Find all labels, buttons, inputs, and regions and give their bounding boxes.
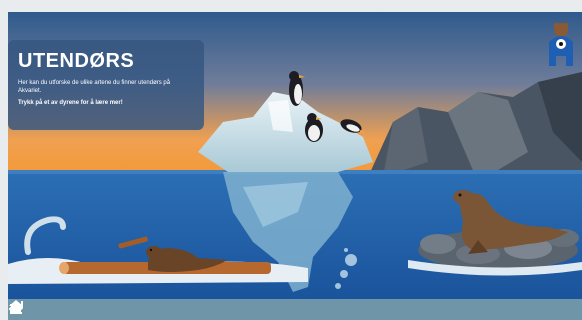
home-button[interactable]	[9, 300, 305, 319]
bottom-toolbar	[8, 299, 582, 320]
puzzle-icon	[10, 301, 22, 314]
info-title: UTENDØRS	[18, 50, 135, 72]
info-description: Her kan du utforske de ulike artene du f…	[18, 80, 171, 94]
puzzle-button[interactable]	[10, 301, 357, 319]
info-call-to-action: Trykk på et av dyrene for å lære mer!	[18, 100, 123, 106]
outdoor-scene: UTENDØRS Her kan du utforske de ulike ar…	[8, 12, 582, 320]
mascot-button[interactable]	[546, 20, 576, 68]
back-button[interactable]	[8, 301, 253, 319]
info-card: UTENDØRS Her kan du utforske de ulike ar…	[8, 40, 204, 130]
mascot-icon	[549, 22, 573, 66]
